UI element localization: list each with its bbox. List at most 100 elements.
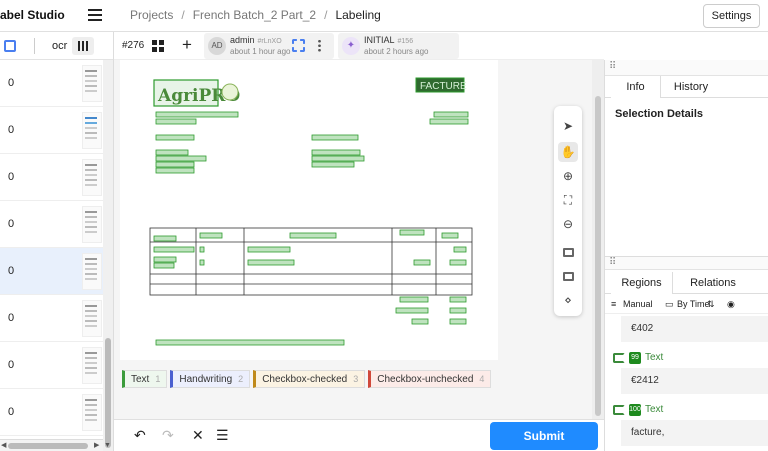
submit-button[interactable]: Submit <box>490 422 598 450</box>
tab-history[interactable]: History <box>661 76 721 98</box>
undo-icon[interactable]: ↶ <box>134 427 146 444</box>
side-panel: Info History Selection Details Regions R… <box>604 60 768 451</box>
sort-time-icon[interactable]: ▭ <box>665 299 674 310</box>
task-list-scrollbar[interactable]: ▼ <box>103 60 113 451</box>
annotation-hash: #rLnXO <box>257 38 282 45</box>
breadcrumb-current: Labeling <box>335 8 381 22</box>
tab-info[interactable]: Info <box>611 76 661 98</box>
region-item[interactable]: 99 Text <box>605 348 768 370</box>
label-chip-handwriting[interactable]: Handwriting 2 <box>170 370 251 388</box>
columns-icon[interactable] <box>72 37 94 55</box>
zoom-fit-icon[interactable]: ⛶ <box>558 190 578 210</box>
reset-icon[interactable]: ✕ <box>192 427 204 444</box>
zoom-out-icon[interactable]: ⊖ <box>558 214 578 234</box>
scrollbar-thumb[interactable] <box>8 443 88 449</box>
region-rect-icon <box>613 353 625 363</box>
canvas-scrollbar[interactable] <box>592 60 604 419</box>
more-options-icon[interactable] <box>318 39 321 52</box>
settings-sliders-icon[interactable]: ☰ <box>216 427 229 444</box>
region-select-icon[interactable] <box>292 39 305 52</box>
task-count: 0 <box>8 359 15 371</box>
task-row[interactable]: 0 <box>0 60 103 107</box>
grid-icon[interactable] <box>152 40 164 52</box>
breadcrumb-separator: / <box>324 8 328 22</box>
scroll-right-icon[interactable]: ▶ <box>94 441 99 449</box>
sort-by-time[interactable]: By Time <box>677 299 710 309</box>
task-list-hscrollbar[interactable]: ◀ ▶ <box>0 439 103 451</box>
task-count: 0 <box>8 312 15 324</box>
task-row[interactable]: 0 <box>0 295 103 342</box>
task-row[interactable]: 0 <box>0 154 103 201</box>
task-count: 0 <box>8 218 15 230</box>
task-list-panel: ocr 0 0 0 0 0 0 0 0 ▼ ◀ ▶ <box>0 32 114 451</box>
rectangle-tool-icon[interactable] <box>558 242 578 262</box>
hand-pan-icon[interactable]: ✋ <box>558 142 578 162</box>
label-name: Text <box>131 374 150 385</box>
scroll-left-icon[interactable]: ◀ <box>1 441 6 449</box>
table-text-regions <box>153 229 467 346</box>
sparkle-icon: ✦ <box>342 37 360 55</box>
rectangle-3point-icon[interactable] <box>558 266 578 286</box>
bottom-toolbar: ↶ ↷ ✕ ☰ Submit <box>114 419 604 451</box>
task-thumbnail <box>82 394 102 431</box>
label-hotkey: 1 <box>155 374 161 384</box>
task-row[interactable]: 0 <box>0 107 103 154</box>
labeling-canvas[interactable]: AgriPRO FACTURE ➤ ✋ ⊕ ⛶ ⊖ ⋄ Text 1 Handw… <box>114 60 604 419</box>
breadcrumb-projects[interactable]: Projects <box>130 8 173 22</box>
annotation-user: admin #rLnXO <box>230 35 282 45</box>
region-score: 99 <box>629 352 641 364</box>
scrollbar-thumb[interactable] <box>595 96 601 416</box>
drag-handle-icon[interactable] <box>605 60 768 76</box>
task-thumbnail <box>82 347 102 384</box>
grid-view-icon[interactable] <box>4 40 16 52</box>
region-label: Text <box>645 404 664 415</box>
add-annotation-icon[interactable]: + <box>182 35 192 55</box>
prediction-time: about 2 hours ago <box>364 47 429 56</box>
task-row-selected[interactable]: 0 <box>0 248 103 295</box>
redo-icon[interactable]: ↷ <box>162 427 174 444</box>
label-chip-checkbox-checked[interactable]: Checkbox-checked 3 <box>253 370 366 388</box>
invoice-image[interactable]: AgriPRO FACTURE <box>120 60 498 360</box>
annotation-tab[interactable]: AD admin #rLnXO about 1 hour ago <box>204 33 334 59</box>
breadcrumb-project[interactable]: French Batch_2 Part_2 <box>193 8 316 22</box>
task-count: 0 <box>8 171 15 183</box>
task-id: #276 <box>122 40 145 51</box>
app-brand: abel Studio <box>0 8 65 22</box>
region-value[interactable]: €402 <box>621 316 768 342</box>
top-bar: abel Studio Projects / French Batch_2 Part… <box>0 0 768 32</box>
task-row[interactable]: 0 <box>0 201 103 248</box>
menu-icon[interactable] <box>88 9 102 21</box>
label-name: Checkbox-checked <box>262 374 348 385</box>
column-label-ocr[interactable]: ocr <box>52 40 67 52</box>
region-rect-icon <box>613 405 625 415</box>
label-chip-text[interactable]: Text 1 <box>122 370 168 388</box>
region-value[interactable]: €2412 <box>621 368 768 394</box>
label-hotkey: 4 <box>479 374 485 384</box>
polygon-tool-icon[interactable]: ⋄ <box>558 290 578 310</box>
label-hotkey: 3 <box>353 374 359 384</box>
scrollbar-thumb[interactable] <box>105 338 111 448</box>
region-label: Text <box>645 352 664 363</box>
region-item[interactable]: 100 Text <box>605 400 768 422</box>
settings-button[interactable]: Settings <box>703 4 760 28</box>
zoom-in-icon[interactable]: ⊕ <box>558 166 578 186</box>
annotation-time: about 1 hour ago <box>230 47 291 56</box>
sort-manual[interactable]: Manual <box>623 299 653 309</box>
tab-regions[interactable]: Regions <box>611 272 673 294</box>
scroll-down-icon[interactable]: ▼ <box>104 442 111 449</box>
tab-relations[interactable]: Relations <box>675 272 751 294</box>
task-row[interactable]: 0 <box>0 389 103 436</box>
sort-manual-icon[interactable]: ≡ <box>611 299 616 309</box>
task-count: 0 <box>8 265 15 277</box>
task-row[interactable]: 0 <box>0 342 103 389</box>
prediction-tab[interactable]: ✦ INITIAL #156 about 2 hours ago <box>338 33 459 59</box>
invoice-drawing: AgriPRO FACTURE <box>149 77 473 346</box>
drag-handle-icon[interactable] <box>605 256 768 270</box>
sort-direction-icon[interactable]: ⇅ <box>707 299 715 310</box>
pointer-icon[interactable]: ➤ <box>558 116 578 136</box>
visibility-icon[interactable]: ◉ <box>727 299 735 310</box>
label-hotkey: 2 <box>238 374 244 384</box>
info-tabs: Info History <box>605 76 768 98</box>
label-chip-checkbox-unchecked[interactable]: Checkbox-unchecked 4 <box>368 370 492 388</box>
region-value[interactable]: facture, <box>621 420 768 446</box>
